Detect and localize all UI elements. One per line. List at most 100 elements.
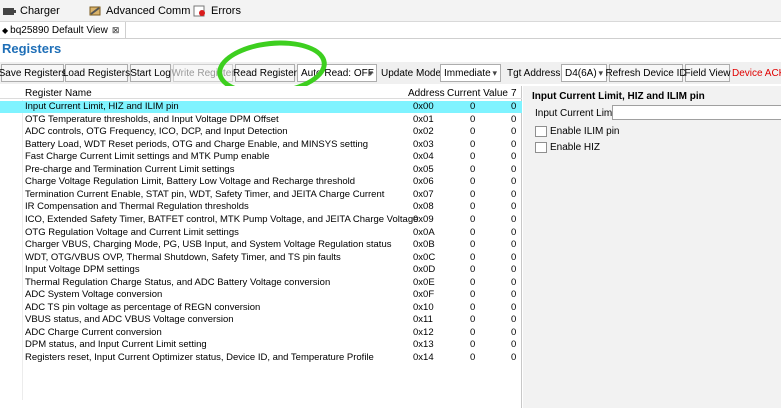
register-name-cell: VBUS status, and ADC VBUS Voltage conver… — [25, 314, 234, 326]
table-row[interactable]: Charge Voltage Regulation Limit, Battery… — [0, 176, 522, 188]
enable-hiz-checkbox[interactable] — [535, 142, 547, 153]
update-mode-label: Update Mode — [381, 68, 442, 79]
save-registers-button[interactable]: Save Registers — [0, 64, 66, 82]
col-bit7[interactable]: 7 — [511, 88, 517, 99]
tgt-address-select[interactable]: D4(6A) ▾ — [561, 64, 607, 82]
register-name-cell: ADC controls, OTG Frequency, ICO, DCP, a… — [25, 126, 288, 138]
field-view-button[interactable]: Field View — [685, 64, 730, 82]
bit7-cell: 0 — [511, 163, 517, 175]
col-address[interactable]: Address — [408, 88, 445, 99]
table-row[interactable]: ICO, Extended Safety Timer, BATFET contr… — [0, 214, 522, 226]
address-cell: 0x06 — [413, 176, 434, 188]
current-value-cell: 0 — [470, 226, 476, 238]
address-cell: 0x0E — [413, 276, 435, 288]
current-value-cell: 0 — [470, 239, 476, 251]
current-value-cell: 0 — [470, 101, 476, 112]
update-mode-select[interactable]: Immediate ▾ — [440, 64, 501, 82]
register-name-cell: Fast Charge Current Limit settings and M… — [25, 151, 270, 163]
bit7-cell: 0 — [511, 176, 517, 188]
bit7-cell: 0 — [511, 138, 517, 150]
current-value-cell: 0 — [470, 264, 476, 276]
auto-read-select[interactable]: Auto Read: OFF ▾ — [297, 64, 377, 82]
table-row[interactable]: VBUS status, and ADC VBUS Voltage conver… — [0, 314, 522, 326]
bit7-cell: 0 — [511, 289, 517, 301]
table-row[interactable]: Input Current Limit, HIZ and ILIM pin 0x0… — [0, 101, 522, 113]
tab-charger-label: Charger — [20, 5, 60, 17]
bit7-cell: 0 — [511, 314, 517, 326]
current-value-cell: 0 — [470, 339, 476, 351]
bit7-cell: 0 — [511, 251, 517, 263]
enable-ilim-checkbox[interactable] — [535, 126, 547, 137]
address-cell: 0x09 — [413, 213, 434, 225]
tab-errors[interactable]: Errors — [193, 2, 241, 20]
address-cell: 0x13 — [413, 339, 434, 351]
address-cell: 0x08 — [413, 201, 434, 213]
table-row[interactable]: Termination Current Enable, STAT pin, WD… — [0, 189, 522, 201]
detail-title: Input Current Limit, HIZ and ILIM pin — [532, 91, 705, 102]
bit7-cell: 0 — [511, 264, 517, 276]
table-row[interactable]: Charger VBUS, Charging Mode, PG, USB Inp… — [0, 239, 522, 251]
register-name-cell: Registers reset, Input Current Optimizer… — [25, 352, 374, 363]
current-value-cell: 0 — [470, 314, 476, 326]
bit7-cell: 0 — [511, 339, 517, 351]
col-register-name[interactable]: Register Name — [25, 88, 92, 99]
table-row[interactable]: ADC TS pin voltage as percentage of REGN… — [0, 302, 522, 314]
address-cell: 0x10 — [413, 301, 434, 313]
register-name-cell: Pre-charge and Termination Current Limit… — [25, 163, 235, 175]
table-row[interactable]: ADC Charge Current conversion 0x12 0 0 — [0, 327, 522, 339]
close-icon[interactable]: ⊠ — [112, 25, 120, 36]
table-row[interactable]: OTG Temperature thresholds, and Input Vo… — [0, 114, 522, 126]
read-register-button[interactable]: Read Register — [233, 64, 297, 82]
view-tab[interactable]: ◆ bq25890 Default View ⊠ — [0, 22, 127, 38]
bit7-cell: 0 — [511, 151, 517, 163]
table-row[interactable]: ADC System Voltage conversion 0x0F 0 0 — [0, 289, 522, 301]
table-row[interactable]: Registers reset, Input Current Optimizer… — [0, 352, 522, 364]
address-cell: 0x0B — [413, 239, 435, 251]
view-tab-label: bq25890 Default View — [10, 24, 108, 36]
table-row[interactable]: Thermal Regulation Charge Status, and AD… — [0, 277, 522, 289]
table-row[interactable]: IR Compensation and Thermal Regulation t… — [0, 201, 522, 213]
table-row[interactable]: Pre-charge and Termination Current Limit… — [0, 164, 522, 176]
current-value-cell: 0 — [470, 188, 476, 200]
tab-charger[interactable]: Charger — [2, 2, 60, 20]
table-header: Register Name Address Current Value 7 — [0, 86, 522, 99]
address-cell: 0x0F — [413, 289, 435, 301]
table-row[interactable]: DPM status, and Input Current Limit sett… — [0, 339, 522, 351]
tab-advanced-comm[interactable]: Advanced Comm — [88, 2, 190, 20]
register-name-cell: Termination Current Enable, STAT pin, WD… — [25, 188, 385, 200]
register-name-cell: IR Compensation and Thermal Regulation t… — [25, 201, 249, 213]
table-row[interactable]: ADC controls, OTG Frequency, ICO, DCP, a… — [0, 126, 522, 138]
register-name-cell: OTG Temperature thresholds, and Input Vo… — [25, 113, 279, 125]
register-name-cell: ADC System Voltage conversion — [25, 289, 163, 301]
current-value-cell: 0 — [470, 213, 476, 225]
register-name-cell: ADC Charge Current conversion — [25, 326, 162, 338]
register-name-cell: Charge Voltage Regulation Limit, Battery… — [25, 176, 356, 188]
address-cell: 0x04 — [413, 151, 434, 163]
current-value-cell: 0 — [470, 326, 476, 338]
table-row[interactable]: OTG Regulation Voltage and Current Limit… — [0, 227, 522, 239]
refresh-device-id-button[interactable]: Refresh Device ID — [605, 64, 687, 82]
register-toolbar: Save Registers Load Registers Start Log … — [0, 62, 781, 84]
table-row[interactable]: Battery Load, WDT Reset periods, OTG and… — [0, 139, 522, 151]
input-current-limit-field[interactable] — [612, 105, 781, 120]
charger-icon — [2, 5, 16, 17]
address-cell: 0x03 — [413, 138, 434, 150]
current-value-cell: 0 — [470, 301, 476, 313]
enable-hiz-label: Enable HIZ — [550, 142, 601, 153]
register-name-cell: ICO, Extended Safety Timer, BATFET contr… — [25, 213, 419, 225]
load-registers-button[interactable]: Load Registers — [63, 64, 130, 82]
address-cell: 0x05 — [413, 163, 434, 175]
write-register-button[interactable]: Write Register — [171, 64, 235, 82]
start-log-button[interactable]: Start Log — [130, 64, 171, 82]
register-name-cell: Charger VBUS, Charging Mode, PG, USB Inp… — [25, 239, 392, 251]
table-row[interactable]: Input Voltage DPM settings 0x0D 0 0 — [0, 264, 522, 276]
field-detail-panel: Input Current Limit, HIZ and ILIM pin In… — [523, 86, 781, 408]
table-row[interactable]: Fast Charge Current Limit settings and M… — [0, 151, 522, 163]
col-current-value[interactable]: Current Value — [447, 88, 508, 99]
register-name-cell: OTG Regulation Voltage and Current Limit… — [25, 226, 239, 238]
register-name-cell: Thermal Regulation Charge Status, and AD… — [25, 276, 331, 288]
table-row[interactable]: WDT, OTG/VBUS OVP, Thermal Shutdown, Saf… — [0, 252, 522, 264]
bit7-cell: 0 — [511, 126, 517, 138]
current-value-cell: 0 — [470, 289, 476, 301]
register-name-cell: Input Current Limit, HIZ and ILIM pin — [25, 101, 179, 112]
